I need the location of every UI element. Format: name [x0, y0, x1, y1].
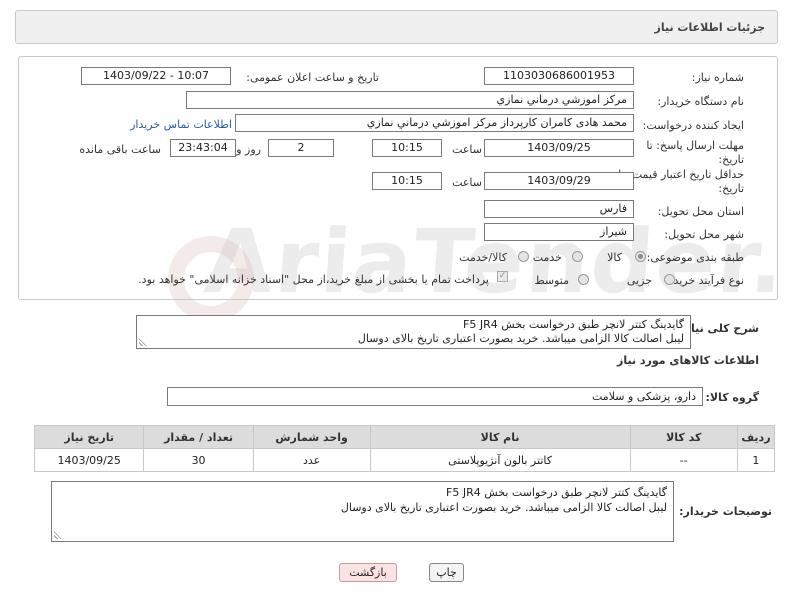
response-deadline-label-date: تاریخ:	[718, 153, 744, 166]
buyer-notes-textarea[interactable]: گایدینگ کتتر لانچر طبق درخواست بخش F5 JR…	[51, 481, 674, 542]
back-button[interactable]: بازگشت	[339, 563, 397, 582]
response-days-field[interactable]: 2	[268, 139, 334, 157]
process-radio-minor[interactable]	[664, 274, 675, 285]
buyer-notes-line2: لیبل اصالت کالا الزامی میباشد. خرید بصور…	[340, 501, 667, 514]
treasury-payment-note: پرداخت تمام یا بخشی از مبلغ خرید،از محل …	[138, 273, 489, 286]
category-radio-goods[interactable]	[635, 251, 646, 262]
col-date-header: تاریخ نیاز	[33, 425, 145, 449]
items-table-header-row: ردیف کد کالا نام کالا واحد شمارش تعداد /…	[33, 425, 776, 449]
remaining-time-field[interactable]: 23:43:04	[170, 139, 236, 157]
cell-qty: 30	[143, 448, 254, 472]
treasury-payment-checkbox[interactable]: ✓	[497, 271, 508, 282]
delivery-city-label: شهر محل تحویل:	[664, 228, 744, 241]
response-date-field[interactable]: 1403/09/25	[484, 139, 634, 157]
category-option-goods: کالا	[607, 251, 622, 264]
cell-date: 1403/09/25	[33, 448, 145, 472]
buyer-contact-link[interactable]: اطلاعات تماس خریدار	[130, 118, 232, 131]
buyer-org-label: نام دستگاه خریدار:	[657, 95, 744, 108]
price-validity-label-date: تاریخ:	[718, 182, 744, 195]
cell-code: --	[629, 448, 738, 472]
cell-unit: عدد	[252, 448, 371, 472]
delivery-city-field[interactable]: شیراز	[484, 223, 634, 241]
process-radio-medium[interactable]	[578, 274, 589, 285]
page-title: جزئیات اطلاعات نیاز	[654, 21, 766, 34]
delivery-province-field[interactable]: فارس	[484, 200, 634, 218]
price-validity-label: حداقل تاریخ اعتبار قیمت: تا	[618, 168, 744, 181]
category-label: طبقه بندی موضوعی:	[646, 251, 744, 264]
category-radio-goods-service[interactable]	[518, 251, 529, 262]
general-description-line1: گایدینگ کتتر لانچر طبق درخواست بخش F5 JR…	[463, 318, 684, 331]
process-option-medium: متوسط	[534, 274, 569, 287]
price-validity-date-field[interactable]: 1403/09/29	[484, 172, 634, 190]
col-row-header: ردیف	[736, 425, 776, 449]
general-description-textarea[interactable]: گایدینگ کتتر لانچر طبق درخواست بخش F5 JR…	[136, 315, 691, 349]
buyer-notes-line1: گایدینگ کتتر لانچر طبق درخواست بخش F5 JR…	[446, 486, 667, 499]
response-time-field[interactable]: 10:15	[372, 139, 442, 157]
need-number-field[interactable]: 1103030686001953	[484, 67, 634, 85]
goods-info-title: اطلاعات کالاهای مورد نیاز	[617, 354, 759, 367]
goods-group-field[interactable]: دارو، پزشکی و سلامت	[167, 387, 703, 406]
items-table: ردیف کد کالا نام کالا واحد شمارش تعداد /…	[33, 425, 776, 472]
col-name-header: نام کالا	[369, 425, 631, 449]
buyer-notes-label: توضیحات خریدار:	[679, 505, 772, 518]
purchase-process-label: نوع فرآیند خرید :	[666, 274, 744, 287]
process-option-minor: جزیی	[626, 274, 652, 287]
requester-label: ایجاد کننده درخواست:	[642, 119, 744, 132]
cell-row: 1	[736, 448, 776, 472]
buyer-org-field[interactable]: مرکز اموزشي درماني نمازي	[186, 91, 634, 109]
category-radio-service[interactable]	[572, 251, 583, 262]
requester-field[interactable]: محمد هادی کامران کارپرداز مرکز اموزشي در…	[235, 114, 634, 132]
col-qty-header: تعداد / مقدار	[143, 425, 254, 449]
category-option-goods-service: کالا/خدمت	[459, 251, 507, 264]
cell-name: کاتتر بالون آنژیوپلاستی	[369, 448, 631, 472]
announce-datetime-field[interactable]: 1403/09/22 - 10:07	[81, 67, 231, 85]
general-description-label: شرح کلی نیاز:	[680, 322, 759, 335]
col-unit-header: واحد شمارش	[252, 425, 371, 449]
price-validity-time-label: ساعت	[452, 176, 482, 189]
table-row[interactable]: 1 -- کاتتر بالون آنژیوپلاستی عدد 30 1403…	[33, 448, 776, 472]
response-deadline-label: مهلت ارسال پاسخ: تا	[646, 139, 744, 152]
response-days-label: روز و	[236, 143, 261, 156]
need-number-label: شماره نیاز:	[691, 71, 744, 84]
delivery-province-label: استان محل تحویل:	[657, 205, 744, 218]
print-button[interactable]: چاپ	[429, 563, 464, 582]
col-code-header: کد کالا	[629, 425, 738, 449]
announce-datetime-label: تاریخ و ساعت اعلان عمومی:	[246, 71, 379, 84]
response-time-label: ساعت	[452, 143, 482, 156]
general-description-line2: لیبل اصالت کالا الزامی میباشد. خرید بصور…	[357, 332, 684, 345]
remaining-time-label: ساعت باقی مانده	[79, 143, 161, 156]
header-panel: جزئیات اطلاعات نیاز	[15, 10, 778, 44]
goods-group-label: گروه کالا:	[705, 391, 759, 404]
category-option-service: خدمت	[532, 251, 562, 264]
price-validity-time-field[interactable]: 10:15	[372, 172, 442, 190]
